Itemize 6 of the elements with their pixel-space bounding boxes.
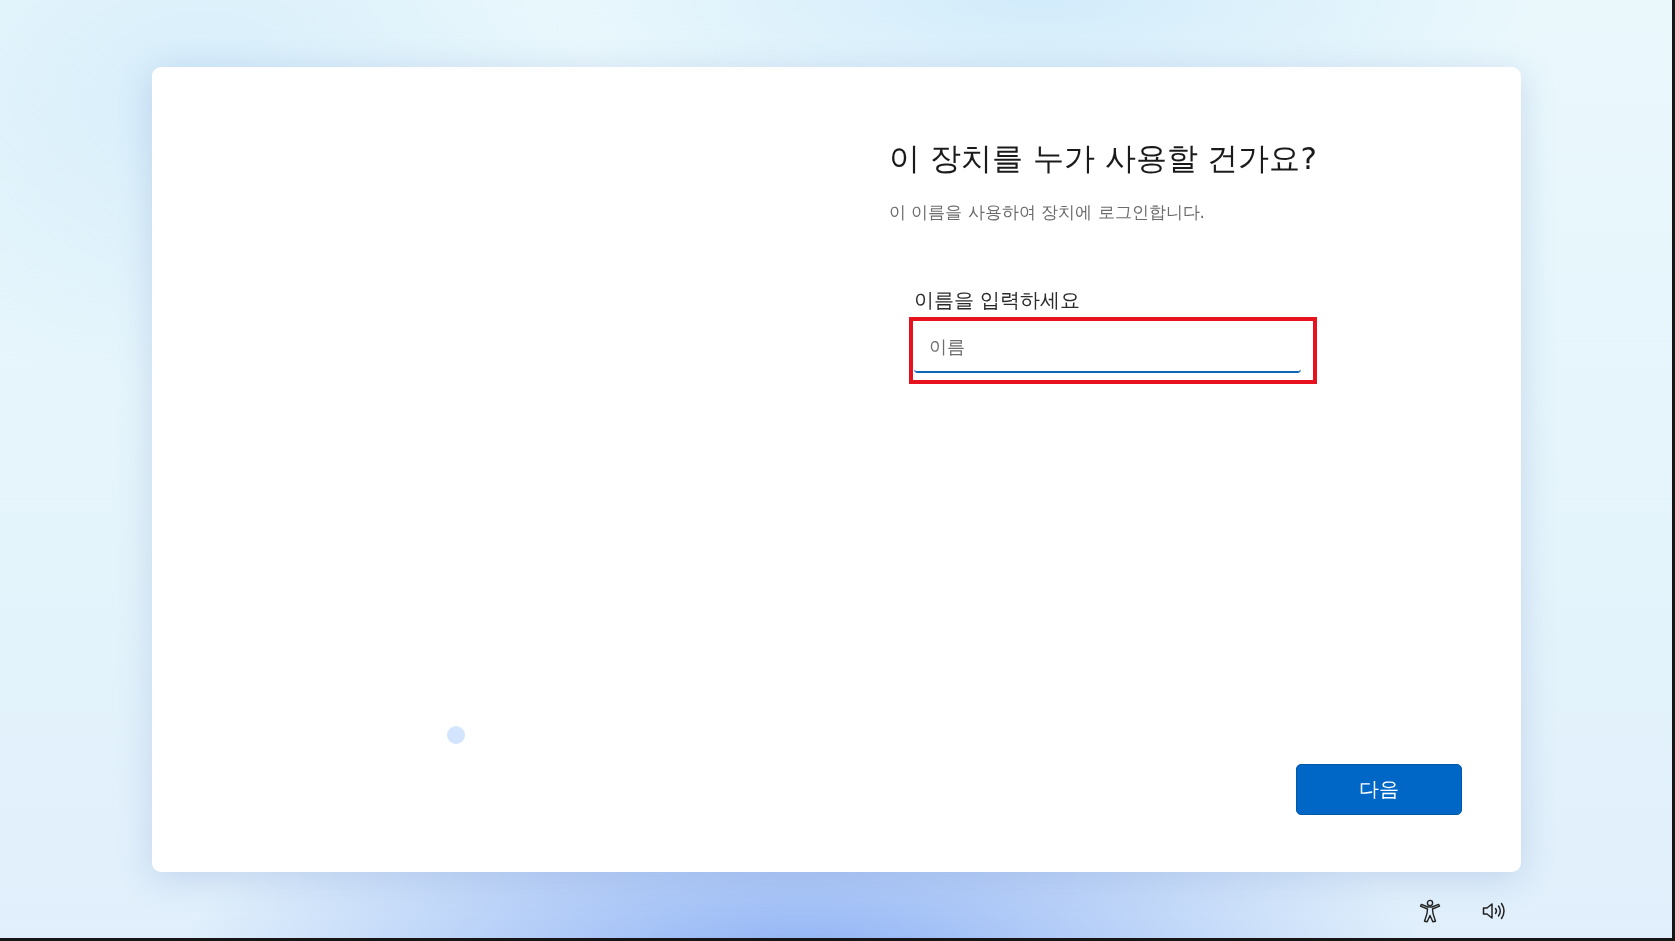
person-icon[interactable] xyxy=(1418,899,1442,923)
field-label: 이름을 입력하세요 xyxy=(914,287,1081,313)
dialog-title: 이 장치를 누가 사용할 건가요? xyxy=(889,139,1317,178)
dialog-subtitle: 이 이름을 사용하여 장치에 로그인합니다. xyxy=(889,201,1206,224)
dot-icon xyxy=(447,726,465,744)
next-button[interactable]: 다음 xyxy=(1296,764,1462,815)
